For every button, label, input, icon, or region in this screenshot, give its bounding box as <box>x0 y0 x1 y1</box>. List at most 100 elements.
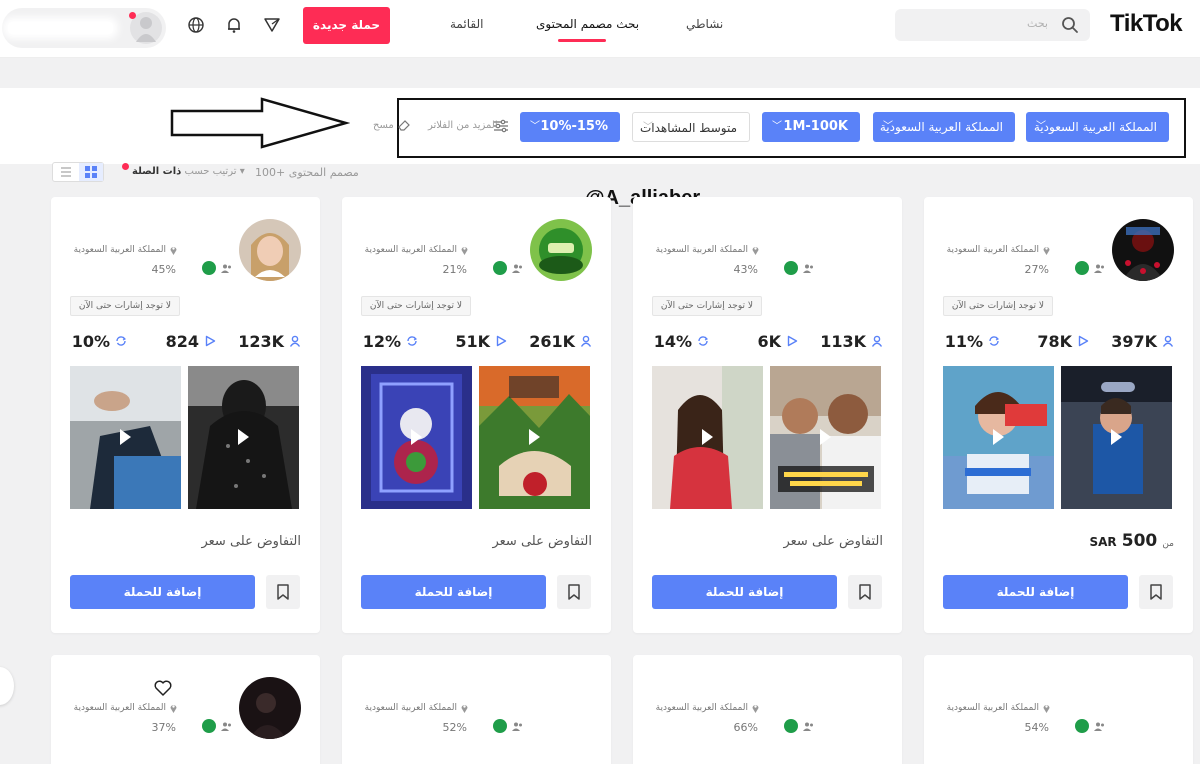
search-icon[interactable] <box>1060 15 1080 35</box>
bookmark-button[interactable] <box>266 575 300 609</box>
repeat-icon <box>698 336 709 346</box>
clear-filters-button[interactable]: مسح <box>373 120 394 131</box>
search-input[interactable]: بحث <box>895 9 1090 41</box>
filter-average-views[interactable]: ﹀ متوسط المشاهدات <box>632 112 750 142</box>
creator-region: المملكة العربية السعودية <box>73 245 166 255</box>
signals-badge: لا توجد إشارات حتى الآن <box>942 296 1053 316</box>
bookmark-button[interactable] <box>557 575 591 609</box>
account-menu[interactable] <box>2 8 166 48</box>
creator-card[interactable]: المملكة العربية السعودية 37% <box>51 655 320 764</box>
video-thumbnail[interactable] <box>479 366 590 509</box>
sort-dropdown[interactable]: ترتيب حسب ذات الصلة ▾ <box>132 166 245 177</box>
search-placeholder: بحث <box>1027 17 1048 30</box>
creator-card[interactable]: المملكة العربية السعودية 43% لا توجد إشا… <box>633 197 902 633</box>
list-view-icon[interactable] <box>53 163 79 181</box>
scroll-side-button[interactable] <box>0 667 14 705</box>
heart-icon[interactable] <box>153 679 173 697</box>
engagement-rate: 10% <box>71 332 110 351</box>
add-to-campaign-button[interactable]: إضافة للحملة <box>943 575 1128 609</box>
video-thumbnail[interactable] <box>70 366 181 509</box>
location-pin-icon <box>752 705 759 713</box>
negotiate-price: التفاوض على سعر <box>201 534 301 549</box>
saudi-flag-icon <box>202 261 216 275</box>
engagement-percent: 66% <box>733 721 758 734</box>
nav-creator-search[interactable]: بحث مصمم المحتوى <box>536 17 639 31</box>
tiktok-logo[interactable]: TikTok <box>1110 10 1183 38</box>
signals-badge: لا توجد إشارات حتى الآن <box>360 296 471 316</box>
play-outline-icon <box>1078 335 1089 347</box>
negotiate-price: التفاوض على سعر <box>783 534 883 549</box>
average-views: 51K <box>455 332 490 351</box>
engagement-rate: 14% <box>653 332 692 351</box>
audience-icon <box>803 264 813 273</box>
more-filters-link[interactable]: المزيد من الفلاتر <box>428 120 498 131</box>
play-icon <box>120 429 131 445</box>
creator-card[interactable]: المملكة العربية السعودية 27% لا توجد إشا… <box>924 197 1193 633</box>
video-thumbnail[interactable] <box>361 366 472 509</box>
repeat-icon <box>116 336 127 346</box>
followers-icon <box>871 335 883 347</box>
saudi-flag-icon <box>1075 719 1089 733</box>
location-pin-icon <box>461 247 468 255</box>
nav-list[interactable]: القائمة <box>450 17 483 31</box>
play-icon <box>411 429 422 445</box>
filter-country[interactable]: ﹀ المملكة العربية السعودية <box>1026 112 1169 142</box>
add-to-campaign-button[interactable]: إضافة للحملة <box>652 575 837 609</box>
saudi-flag-icon <box>1075 261 1089 275</box>
play-icon <box>993 429 1004 445</box>
nav-my-activity[interactable]: نشاطي <box>686 17 723 31</box>
sort-indicator-dot <box>122 163 129 170</box>
new-campaign-button[interactable]: حملة جديدة <box>303 7 390 44</box>
filter-followers[interactable]: ﹀ 1M-100K <box>762 112 860 142</box>
grid-view-icon[interactable] <box>79 163 103 181</box>
add-to-campaign-button[interactable]: إضافة للحملة <box>70 575 255 609</box>
chevron-down-icon: ﹀ <box>530 121 540 132</box>
creator-name-redacted <box>696 219 806 229</box>
creator-card[interactable]: المملكة العربية السعودية 21% لا توجد إشا… <box>342 197 611 633</box>
saudi-flag-icon <box>784 261 798 275</box>
play-icon <box>1111 429 1122 445</box>
price-label: SAR 500 من <box>1089 531 1174 551</box>
play-outline-icon <box>787 335 798 347</box>
filter-audience-country[interactable]: ﹀ المملكة العربية السعودية <box>873 112 1015 142</box>
creator-name-redacted <box>114 219 224 229</box>
creator-avatar[interactable] <box>530 219 592 281</box>
globe-icon[interactable] <box>187 16 205 34</box>
creator-card[interactable]: المملكة العربية السعودية 54% <box>924 655 1193 764</box>
followers-icon <box>1162 335 1174 347</box>
engagement-rate: 12% <box>362 332 401 351</box>
location-pin-icon <box>170 705 177 713</box>
play-icon <box>238 429 249 445</box>
saudi-flag-icon <box>784 719 798 733</box>
audience-icon <box>803 722 813 731</box>
video-thumbnail[interactable] <box>652 366 763 509</box>
bell-icon[interactable] <box>225 16 243 34</box>
filter-engagement-rate[interactable]: ﹀ 10%-15% <box>520 112 620 142</box>
creator-avatar[interactable] <box>239 219 301 281</box>
audience-icon <box>1094 264 1104 273</box>
top-navigation-bar: TikTok بحث نشاطي بحث مصمم المحتوى القائم… <box>0 0 1200 58</box>
followers-count: 123K <box>238 332 284 351</box>
creator-avatar[interactable] <box>1112 219 1174 281</box>
bookmark-button[interactable] <box>1139 575 1173 609</box>
video-thumbnail[interactable] <box>943 366 1054 509</box>
creator-region: المملكة العربية السعودية <box>946 703 1039 713</box>
add-to-campaign-button[interactable]: إضافة للحملة <box>361 575 546 609</box>
followers-count: 261K <box>529 332 575 351</box>
bookmark-button[interactable] <box>848 575 882 609</box>
creator-card[interactable]: المملكة العربية السعودية 52% <box>342 655 611 764</box>
engagement-percent: 27% <box>1024 263 1049 276</box>
signals-badge: لا توجد إشارات حتى الآن <box>69 296 180 316</box>
video-thumbnail[interactable] <box>188 366 299 509</box>
video-thumbnail[interactable] <box>770 366 881 509</box>
send-icon[interactable] <box>263 16 281 34</box>
creator-avatar[interactable] <box>239 677 301 739</box>
eraser-icon[interactable] <box>397 118 411 132</box>
video-thumbnail[interactable] <box>1061 366 1172 509</box>
creator-card[interactable]: المملكة العربية السعودية 45% لا توجد إشا… <box>51 197 320 633</box>
saudi-flag-icon <box>493 261 507 275</box>
nav-active-indicator <box>558 39 606 42</box>
location-pin-icon <box>1043 705 1050 713</box>
engagement-rate: 11% <box>944 332 983 351</box>
creator-card[interactable]: المملكة العربية السعودية 66% <box>633 655 902 764</box>
